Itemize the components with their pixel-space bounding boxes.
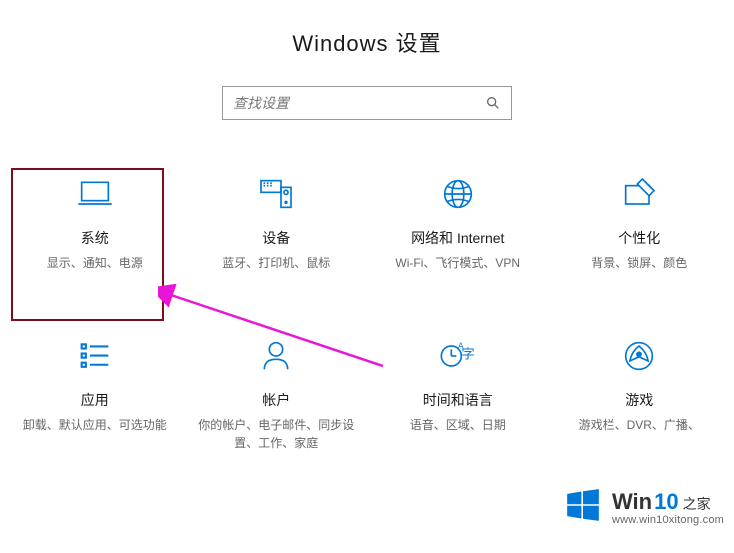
accounts-icon	[256, 336, 296, 376]
tile-apps[interactable]: 应用 卸载、默认应用、可选功能	[4, 336, 186, 452]
search-input[interactable]	[233, 95, 485, 111]
gaming-icon	[619, 336, 659, 376]
windows-logo-icon	[564, 486, 602, 529]
tile-gaming[interactable]: 游戏 游戏栏、DVR、广播、	[549, 336, 731, 452]
tile-title: 网络和 Internet	[411, 228, 504, 248]
watermark-num: 10	[654, 489, 678, 514]
tile-desc: 背景、锁屏、颜色	[583, 254, 695, 272]
personalize-icon	[619, 174, 659, 214]
tile-system[interactable]: 系统 显示、通知、电源	[4, 174, 186, 272]
svg-text:A: A	[458, 341, 464, 351]
tile-devices[interactable]: 设备 蓝牙、打印机、鼠标	[186, 174, 368, 272]
tile-personalization[interactable]: 个性化 背景、锁屏、颜色	[549, 174, 731, 272]
tile-title: 游戏	[625, 390, 653, 410]
tile-title: 个性化	[618, 228, 660, 248]
tile-accounts[interactable]: 帐户 你的帐户、电子邮件、同步设置、工作、家庭	[186, 336, 368, 452]
watermark: Win 10 之家 www.win10xitong.com	[564, 486, 724, 529]
tile-title: 系统	[81, 228, 109, 248]
watermark-brand: Win	[612, 489, 652, 514]
tile-desc: 蓝牙、打印机、鼠标	[214, 254, 338, 272]
settings-grid: 系统 显示、通知、电源 设备 蓝牙、打印机、鼠标 网络和 Internet Wi…	[0, 174, 734, 452]
tile-desc: 卸载、默认应用、可选功能	[15, 416, 175, 434]
tile-title: 时间和语言	[423, 390, 493, 410]
tile-title: 应用	[81, 390, 109, 410]
devices-icon	[256, 174, 296, 214]
tile-desc: Wi-Fi、飞行模式、VPN	[387, 254, 528, 272]
timelang-icon: 字 A	[438, 336, 478, 376]
search-box[interactable]	[222, 86, 512, 120]
tile-desc: 显示、通知、电源	[39, 254, 151, 272]
tile-desc: 游戏栏、DVR、广播、	[571, 416, 708, 434]
display-icon	[75, 174, 115, 214]
tile-timelang[interactable]: 字 A 时间和语言 语音、区域、日期	[367, 336, 549, 452]
tile-title: 设备	[262, 228, 290, 248]
tile-desc: 语音、区域、日期	[402, 416, 514, 434]
apps-icon	[75, 336, 115, 376]
tile-desc: 你的帐户、电子邮件、同步设置、工作、家庭	[186, 416, 368, 452]
page-title: Windows 设置	[0, 0, 734, 58]
search-icon	[485, 95, 501, 111]
globe-icon	[438, 174, 478, 214]
watermark-suffix: 之家	[683, 496, 711, 512]
watermark-url: www.win10xitong.com	[612, 514, 724, 527]
tile-title: 帐户	[262, 390, 290, 410]
tile-network[interactable]: 网络和 Internet Wi-Fi、飞行模式、VPN	[367, 174, 549, 272]
